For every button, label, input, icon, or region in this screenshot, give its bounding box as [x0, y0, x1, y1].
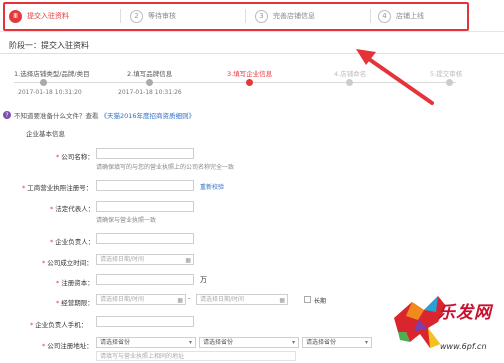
site-url: www.6pf.cn [440, 342, 487, 351]
step-dot [40, 79, 47, 86]
notice-text: 不知道要准备什么文件？查看 [14, 112, 99, 120]
registered-address-label: * 公司注册地址： [42, 342, 93, 350]
capital-unit: 万 [200, 276, 207, 284]
registered-capital-label: * 注册资本： [56, 279, 94, 287]
company-name-hint: 请确保填写的与您的营业执照上的公司名称完全一致 [96, 164, 235, 171]
calendar-icon: ▦ [185, 257, 191, 264]
step-time: 2017-01-18 10:31:20 [18, 89, 82, 96]
address-detail-input[interactable]: 请填写与营业执照上相同的地址 [96, 351, 296, 361]
city-select-value: 请选择省份 [203, 339, 234, 346]
divider [0, 53, 504, 54]
license-number-label: * 工商营业执照注册号： [22, 184, 93, 192]
step-dot-active [246, 79, 253, 86]
founded-date-input[interactable]: 请选择日期/时间 ▦ [96, 254, 194, 265]
term-dash: - [188, 295, 191, 302]
business-term-label: * 经营期限： [56, 299, 94, 307]
long-term-label: 长期 [314, 298, 327, 305]
revalidate-link[interactable]: 重新校验 [200, 182, 224, 191]
chevron-down-icon: ▾ [364, 339, 368, 346]
city-select[interactable]: 请选择省份 ▾ [199, 337, 299, 348]
annotation-highlight-box [3, 2, 469, 31]
province-select[interactable]: 请选择省份 ▾ [96, 337, 196, 348]
chevron-down-icon: ▾ [291, 339, 295, 346]
step-dot [146, 79, 153, 86]
principal-input[interactable] [96, 233, 194, 244]
calendar-icon: ▦ [177, 297, 183, 304]
step-dot [446, 79, 453, 86]
step-select-shop-type: 1.选择店铺类型/品牌/类目 [14, 70, 90, 78]
step-submit-review: 5.提交审核 [430, 70, 463, 78]
step-time: 2017-01-18 10:31:26 [118, 89, 182, 96]
calendar-icon: ▦ [279, 297, 285, 304]
principal-phone-label: * 企业负责人手机： [30, 321, 88, 329]
principal-phone-input[interactable] [96, 316, 194, 327]
term-start-input[interactable]: 请选择日期/时间 ▦ [96, 294, 186, 305]
progress-track [14, 82, 456, 83]
legal-representative-label: * 法定代表人： [50, 205, 95, 213]
qualification-rules-link[interactable]: 《天猫2016年度招商资质细则》 [101, 110, 196, 120]
district-select-value: 请选择省份 [306, 339, 337, 346]
founded-date-placeholder: 请选择日期/时间 [100, 256, 145, 263]
legal-representative-hint: 请确保与营业执照一致 [96, 217, 157, 224]
term-end-input[interactable]: 请选择日期/时间 ▦ [196, 294, 288, 305]
documents-notice: ? 不知道要准备什么文件？查看 《天猫2016年度招商资质细则》 [3, 110, 195, 120]
step-shop-naming: 4.店铺命名 [334, 70, 367, 78]
step-company-info: 3.填写企业信息 [227, 70, 273, 78]
stage-title: 阶段一：提交入驻资料 [9, 41, 89, 50]
address-placeholder: 请填写与营业执照上相同的地址 [100, 353, 185, 360]
province-select-value: 请选择省份 [100, 339, 131, 346]
step-dot [346, 79, 353, 86]
founded-date-label: * 公司成立时间： [42, 259, 93, 267]
step-brand-info: 2.填写品牌信息 [127, 70, 173, 78]
section-title: 企业基本信息 [26, 130, 65, 138]
chevron-down-icon: ▾ [188, 339, 192, 346]
registered-capital-input[interactable] [96, 274, 194, 285]
question-icon: ? [3, 111, 11, 119]
license-number-input[interactable] [96, 180, 194, 191]
site-logo-text: 乐发网 [438, 303, 492, 323]
term-start-placeholder: 请选择日期/时间 [100, 296, 145, 303]
company-name-label: * 公司名称： [56, 153, 94, 161]
legal-representative-input[interactable] [96, 201, 194, 212]
district-select[interactable]: 请选择省份 ▾ [302, 337, 372, 348]
long-term-checkbox[interactable] [304, 296, 311, 303]
principal-label: * 企业负责人： [50, 238, 95, 246]
term-end-placeholder: 请选择日期/时间 [200, 296, 245, 303]
company-name-input[interactable] [96, 148, 194, 159]
